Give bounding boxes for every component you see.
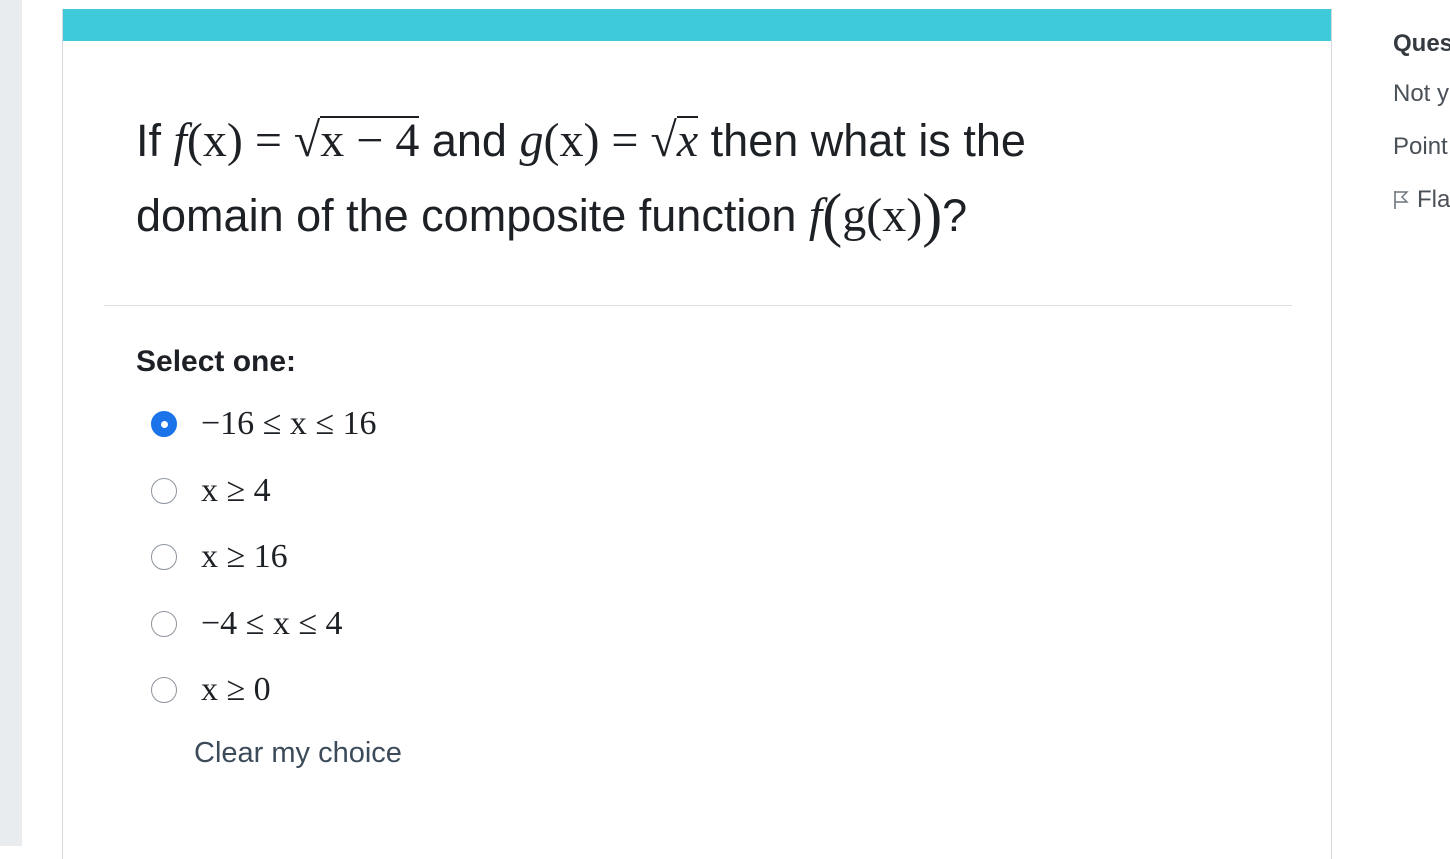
answer-label[interactable]: x ≥ 0: [201, 671, 271, 709]
f-radicand: x − 4: [320, 114, 420, 167]
f-definition: f(x) = √x − 4: [174, 114, 420, 167]
flag-label[interactable]: Fla: [1417, 186, 1450, 213]
question-card: If f(x) = √x − 4 and g(x) = √x then what…: [62, 9, 1332, 859]
flag-icon: [1394, 191, 1409, 209]
points-label: Point: [1393, 133, 1448, 160]
question-number-title: Ques: [1393, 30, 1450, 57]
answer-option[interactable]: −16 ≤ x ≤ 16: [151, 391, 377, 458]
question-line-1: If f(x) = √x − 4 and g(x) = √x then what…: [136, 104, 1256, 178]
answer-list: −16 ≤ x ≤ 16 x ≥ 4 x ≥ 16 −4 ≤ x ≤ 4 x ≥…: [151, 391, 377, 724]
question-divider: [104, 305, 1292, 306]
answer-label[interactable]: x ≥ 4: [201, 472, 271, 510]
answer-option[interactable]: x ≥ 0: [151, 657, 377, 724]
answer-label[interactable]: x ≥ 16: [201, 538, 288, 576]
f-name: f: [173, 114, 187, 167]
answer-status: Not y: [1393, 80, 1450, 107]
question-line-2: domain of the composite function f(g(x))…: [136, 178, 1256, 253]
page-left-strip: [22, 0, 62, 846]
radio-button[interactable]: [151, 677, 177, 704]
composite-f: f: [808, 189, 823, 242]
equals-sign-2: =: [599, 114, 651, 167]
question-if: If: [136, 115, 162, 166]
radio-button[interactable]: [151, 477, 177, 504]
composite-inner: g(x): [842, 189, 923, 242]
g-arg: (x): [543, 114, 600, 167]
equals-sign-1: =: [242, 114, 294, 167]
composite-expression: f(g(x)): [808, 182, 943, 248]
question-text: If f(x) = √x − 4 and g(x) = √x then what…: [136, 104, 1256, 253]
question-accent-bar: [63, 9, 1331, 41]
sqrt-g: √x: [650, 114, 699, 167]
select-one-prompt: Select one:: [136, 345, 297, 378]
question-then: then what is the: [710, 115, 1026, 166]
radio-button[interactable]: [151, 610, 177, 637]
question-and: and: [431, 115, 520, 166]
question-domain-text: domain of the composite function: [136, 190, 809, 241]
flag-question-link[interactable]: Fla: [1393, 186, 1450, 214]
g-definition: g(x) = √x: [519, 114, 699, 167]
page-left-gutter: [0, 0, 22, 846]
radio-button-selected[interactable]: [151, 411, 177, 438]
answer-option[interactable]: x ≥ 4: [151, 458, 377, 525]
sqrt-f: √x − 4: [293, 114, 420, 167]
f-arg: (x): [186, 114, 243, 167]
g-radicand: x: [676, 114, 699, 167]
answer-label[interactable]: −4 ≤ x ≤ 4: [201, 605, 343, 643]
clear-choice-link[interactable]: Clear my choice: [194, 737, 402, 770]
radio-button[interactable]: [151, 544, 177, 571]
g-name: g: [519, 114, 544, 167]
answer-option[interactable]: −4 ≤ x ≤ 4: [151, 591, 377, 658]
question-info-panel: Ques Not y Point Fla: [1380, 0, 1450, 846]
question-mark: ?: [942, 190, 968, 241]
answer-option[interactable]: x ≥ 16: [151, 524, 377, 591]
answer-label[interactable]: −16 ≤ x ≤ 16: [201, 405, 377, 443]
